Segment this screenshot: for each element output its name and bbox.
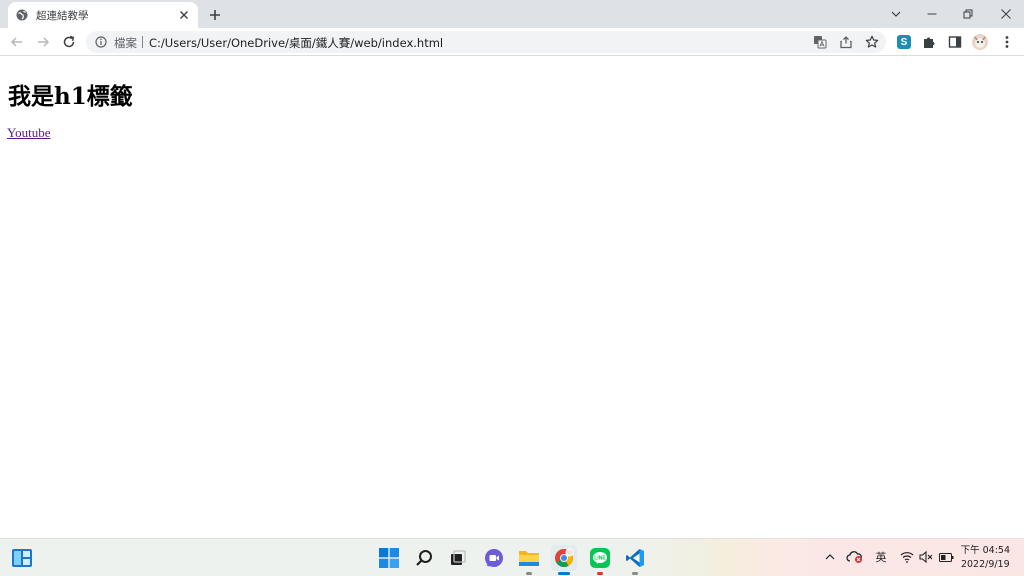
start-windows-icon[interactable] xyxy=(376,545,402,571)
notification-indicator xyxy=(597,572,603,575)
show-hidden-icons-chevron-up-icon[interactable] xyxy=(822,549,838,565)
tab-title: 超連結教學 xyxy=(36,9,89,22)
close-window-button[interactable] xyxy=(988,0,1024,28)
volume-muted-icon[interactable] xyxy=(918,549,934,565)
profile-avatar-icon[interactable] xyxy=(972,34,988,50)
page-viewport: 我是h1標籤 Youtube xyxy=(0,57,1024,538)
forward-button[interactable] xyxy=(34,33,52,51)
extension-badge: S xyxy=(897,35,911,49)
chrome-icon[interactable] xyxy=(551,545,577,575)
file-explorer-icon[interactable] xyxy=(516,545,542,575)
arrow-right-icon xyxy=(38,37,50,47)
running-indicator xyxy=(632,572,638,575)
side-panel-icon[interactable] xyxy=(947,34,963,50)
browser-toolbar: 檔案 C:/Users/User/OneDrive/桌面/鐵人賽/web/ind… xyxy=(0,28,1024,56)
address-bar[interactable]: 檔案 C:/Users/User/OneDrive/桌面/鐵人賽/web/ind… xyxy=(86,31,886,53)
restore-button[interactable] xyxy=(950,0,986,28)
url-text[interactable]: C:/Users/User/OneDrive/桌面/鐵人賽/web/index.… xyxy=(149,35,443,51)
taskbar: LINE 英 下午 04:54 2022/9/19 xyxy=(0,538,1024,576)
input-language-indicator[interactable]: 英 xyxy=(873,549,889,565)
page-heading: 我是h1標籤 xyxy=(8,83,133,110)
bookmark-star-icon[interactable] xyxy=(865,35,879,49)
close-tab-icon[interactable] xyxy=(177,8,191,22)
address-separator xyxy=(142,36,143,48)
info-icon[interactable] xyxy=(94,35,108,49)
browser-tab[interactable]: 超連結教學 xyxy=(8,2,198,28)
wifi-icon[interactable] xyxy=(899,549,915,565)
share-icon[interactable] xyxy=(839,35,853,49)
extensions-puzzle-icon[interactable] xyxy=(921,34,937,50)
new-tab-button[interactable] xyxy=(206,6,224,24)
vscode-icon[interactable] xyxy=(622,545,648,575)
onedrive-error-icon[interactable] xyxy=(846,549,864,565)
minimize-icon xyxy=(927,13,937,15)
chevron-down-icon xyxy=(891,11,901,17)
system-clock[interactable]: 下午 04:54 2022/9/19 xyxy=(961,544,1010,572)
widgets-icon[interactable] xyxy=(9,545,35,571)
translate-icon[interactable] xyxy=(813,35,827,49)
active-indicator xyxy=(558,572,570,575)
tab-search-button[interactable] xyxy=(878,0,914,28)
clock-date: 2022/9/19 xyxy=(960,559,1010,570)
reload-button[interactable] xyxy=(60,33,78,51)
plus-icon xyxy=(210,10,220,20)
security-label: 檔案 xyxy=(114,36,137,50)
more-menu-icon[interactable] xyxy=(999,34,1015,50)
search-icon[interactable] xyxy=(411,545,437,571)
clock-time: 下午 04:54 xyxy=(960,545,1010,556)
extension-s-icon[interactable]: S xyxy=(896,34,912,50)
running-indicator xyxy=(526,572,532,575)
teams-chat-icon[interactable] xyxy=(481,545,507,571)
minimize-button[interactable] xyxy=(914,0,950,28)
svg-text:LINE: LINE xyxy=(594,556,606,562)
globe-icon xyxy=(16,9,28,21)
back-button[interactable] xyxy=(8,33,26,51)
youtube-link[interactable]: Youtube xyxy=(7,125,50,141)
tab-strip: 超連結教學 xyxy=(0,0,1024,28)
battery-icon[interactable] xyxy=(938,549,954,565)
close-icon xyxy=(1001,9,1011,19)
line-app-icon[interactable]: LINE xyxy=(587,545,613,575)
restore-icon xyxy=(963,9,973,19)
arrow-left-icon xyxy=(10,37,22,47)
reload-icon xyxy=(63,35,75,48)
task-view-icon[interactable] xyxy=(445,545,471,571)
